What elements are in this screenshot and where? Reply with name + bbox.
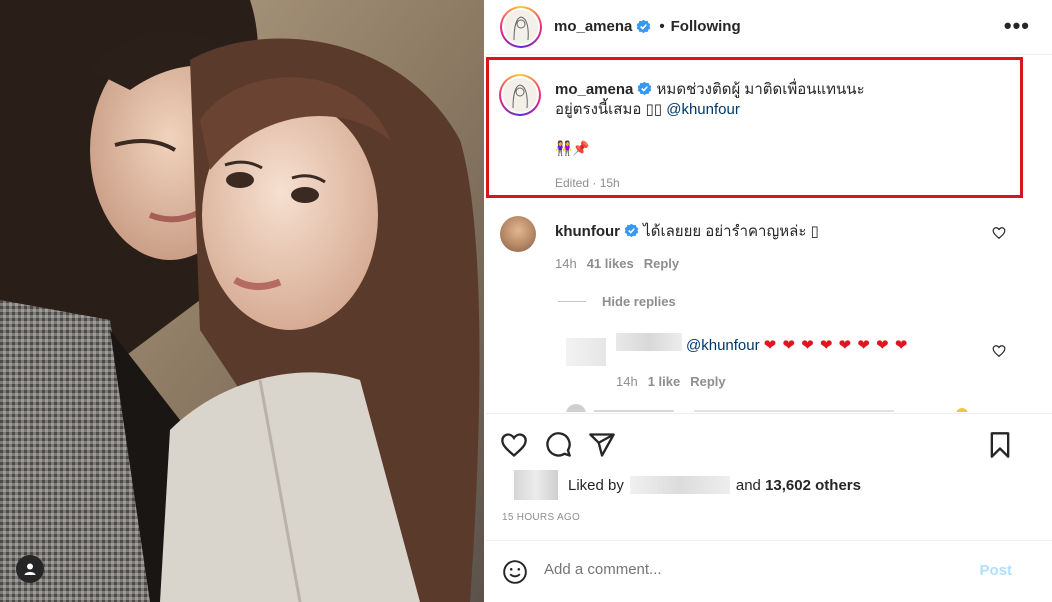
verified-badge-icon xyxy=(624,223,639,238)
reply-mention-link[interactable]: @khunfour xyxy=(686,337,760,354)
comment-input[interactable] xyxy=(544,561,944,578)
separator-dot: • xyxy=(659,18,665,35)
comment-username[interactable]: khunfour xyxy=(555,223,620,240)
verified-badge-icon xyxy=(637,19,651,34)
author-avatar[interactable] xyxy=(500,6,542,48)
comment-icon[interactable] xyxy=(544,431,572,459)
add-comment-bar: Post xyxy=(486,540,1052,602)
caption-highlight: mo_amena หมดช่วงติดผู้ มาติดเพื่อนแทนนะ … xyxy=(486,57,1023,198)
comment-reply-button[interactable]: Reply xyxy=(644,256,679,271)
reply-text: @khunfour ❤ ❤ ❤ ❤ ❤ ❤ ❤ ❤ xyxy=(686,336,908,354)
likes-and-label: and xyxy=(735,476,761,494)
post-photo-illustration xyxy=(0,0,484,602)
post-timestamp: 15 HOURS AGO xyxy=(502,512,581,523)
post-comment-button[interactable]: Post xyxy=(979,562,1012,579)
blurred-liker-avatars xyxy=(514,470,558,500)
liked-by-label: Liked by xyxy=(568,476,624,494)
caption-edited-time: Edited · 15h xyxy=(555,176,620,190)
post-header: mo_amena • Following ••• xyxy=(486,0,1052,55)
comment-meta: 14h 41 likes Reply xyxy=(555,256,679,271)
tagged-users-button[interactable] xyxy=(16,555,44,583)
emoji-picker-icon[interactable] xyxy=(502,559,528,585)
blurred-liker-name xyxy=(629,476,730,494)
avatar-sketch-icon xyxy=(503,78,537,112)
caption-username[interactable]: mo_amena xyxy=(555,81,633,98)
post-photo[interactable] xyxy=(0,0,484,602)
user-icon xyxy=(24,563,36,575)
divider-line xyxy=(558,301,586,302)
comment-time: 14h xyxy=(555,256,577,271)
likes-summary[interactable]: Liked by and 13,602 others xyxy=(514,470,861,500)
post-author-line: mo_amena • Following xyxy=(554,18,741,35)
likes-others-count[interactable]: 13,602 others xyxy=(765,477,861,494)
post-detail-panel: mo_amena • Following ••• mo_amena หมดช่ว… xyxy=(486,0,1052,602)
comments-list[interactable]: khunfour ได้เลยยย อย่ารำคาญหล่ะ ▯ 14h 41… xyxy=(486,198,1052,412)
author-username[interactable]: mo_amena xyxy=(554,18,632,35)
comment-likes-count[interactable]: 41 likes xyxy=(587,256,634,271)
caption-line-2-glyphs: ▯▯ xyxy=(645,101,663,118)
caption-line-2: อยู่ตรงนี้เสมอ xyxy=(555,101,642,118)
reply-meta: 14h 1 like Reply xyxy=(616,374,726,389)
following-button[interactable]: Following xyxy=(671,18,741,35)
like-heart-icon[interactable] xyxy=(500,431,528,459)
reply-likes-count[interactable]: 1 like xyxy=(648,374,681,389)
save-bookmark-icon[interactable] xyxy=(986,431,1014,459)
caption-text: mo_amena หมดช่วงติดผู้ มาติดเพื่อนแทนนะ … xyxy=(555,80,1005,120)
next-comment-peek xyxy=(566,404,968,412)
reply-time: 14h xyxy=(616,374,638,389)
caption-author-avatar[interactable] xyxy=(499,74,541,116)
commenter-avatar[interactable] xyxy=(500,216,536,252)
blurred-username xyxy=(616,333,682,351)
reply-reply-button[interactable]: Reply xyxy=(690,374,725,389)
caption-emoji-line: 👭📌 xyxy=(555,140,590,156)
comment-like-heart-icon[interactable] xyxy=(992,226,1006,240)
comment-body: ได้เลยยย อย่ารำคาญหล่ะ ▯ xyxy=(643,223,819,240)
caption-mention-link[interactable]: @khunfour xyxy=(666,101,740,118)
caption-line-1: หมดช่วงติดผู้ มาติดเพื่อนแทนนะ xyxy=(656,81,865,98)
reply-like-heart-icon[interactable] xyxy=(992,344,1006,358)
blurred-avatar xyxy=(566,338,606,366)
share-icon[interactable] xyxy=(588,431,616,459)
hide-replies-button[interactable]: Hide replies xyxy=(558,294,676,309)
verified-badge-icon xyxy=(638,81,652,96)
more-options-icon[interactable]: ••• xyxy=(1004,13,1030,39)
reply-hearts: ❤ ❤ ❤ ❤ ❤ ❤ ❤ ❤ xyxy=(763,337,909,354)
comment-text: khunfour ได้เลยยย อย่ารำคาญหล่ะ ▯ xyxy=(555,219,819,243)
hide-replies-label: Hide replies xyxy=(602,294,676,309)
post-actions-section: Liked by and 13,602 others 15 HOURS AGO … xyxy=(486,413,1052,602)
avatar-sketch-icon xyxy=(504,10,538,44)
